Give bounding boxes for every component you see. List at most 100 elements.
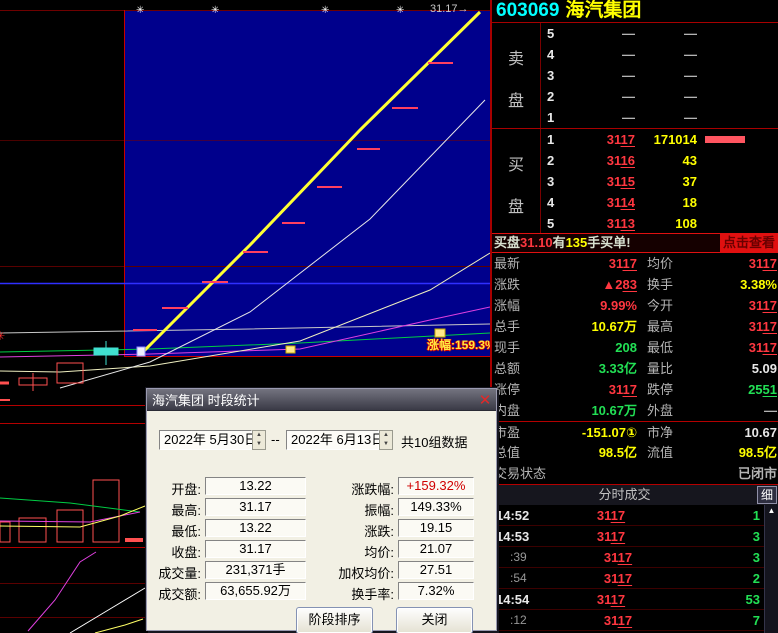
field-label: 换手率: [317,584,394,603]
order-book: 卖 盘 买 盘 5 — — 4 — — 3 — — [492,22,778,233]
dialog-titlebar[interactable]: 海汽集团 时段统计 ✕ [147,389,496,411]
close-button[interactable]: 关闭 [396,607,473,633]
tape-title: 分时成交 [492,485,757,505]
tape-header: 分时成交 细 [492,484,778,505]
stats-row: 总手10.67万 最高3117 [492,316,778,337]
selection-region [124,10,490,356]
trade-status-label: 交易状态 [492,463,614,484]
field-value: 231,371手 [205,561,306,579]
volume-ma-lines [0,498,145,527]
sell-row[interactable]: 1 — — [541,107,778,128]
trade-status-value: 已闭市 [614,463,778,484]
stage-sort-button[interactable]: 阶段排序 [296,607,373,633]
field-label: 最高: [147,500,201,519]
field-value: 7.32% [398,582,474,600]
buy-side-label: 盘 [492,193,540,217]
sell-row[interactable]: 3 — — [541,65,778,86]
date-from-spinner[interactable]: ▲▼ [252,430,266,450]
tape-list: 14:52 3117 1 14:53 3117 3 :39 3117 3 :54… [492,505,766,631]
chart-marker-1 [286,346,295,353]
left-edge-marker-icon: ✳ [0,329,5,343]
sell-rows: 5 — — 4 — — 3 — — 2 — — [541,23,778,128]
event-star-icon: ✳ [396,6,404,16]
field-label: 收盘: [147,542,201,561]
buy-row[interactable]: 4 3114 18 [541,192,778,213]
date-from-input[interactable]: 2022年 5月30日 [159,430,252,450]
tape-row[interactable]: :12 3117 7 [492,610,766,631]
buy-row[interactable]: 1 3117 171014 [541,129,778,150]
sell-row[interactable]: 5 — — [541,23,778,44]
kline-candles [0,363,83,400]
chart-top-price-label: 31.17→ [430,3,469,15]
field-value: +159.32% [398,477,474,495]
tape-row[interactable]: 14:54 3117 53 [492,589,766,610]
stock-header[interactable]: 603069海汽集团 [492,0,778,22]
event-star-icon: ✳ [321,6,329,16]
field-value: 27.51 [398,561,474,579]
buy-side-label: 买 [492,151,540,175]
field-value: 13.22 [205,477,306,495]
tape-row[interactable]: :39 3117 3 [492,547,766,568]
stats-row: 涨停3117 跌停2551 [492,379,778,400]
stats-row: 总额3.33亿 量比5.09 [492,358,778,379]
field-value: 31.17 [205,540,306,558]
field-value: 21.07 [398,540,474,558]
field-value: 63,655.92万 [205,582,306,600]
sell-row[interactable]: 4 — — [541,44,778,65]
field-value: 13.22 [205,519,306,537]
tape-row[interactable]: :54 3117 2 [492,568,766,589]
trade-status-row: 交易状态 已闭市 [492,463,778,484]
sell-side-label: 卖 [492,45,540,69]
buy-row[interactable]: 2 3116 43 [541,150,778,171]
stats-row: 最新3117 均价3117 [492,253,778,274]
event-star-icon: ✳ [211,6,219,16]
stats-row: 市盈-151.07① 市净10.67 [492,421,778,442]
field-label: 成交额: [147,584,201,603]
tape-row[interactable]: 14:53 3117 3 [492,526,766,547]
volume-bars [0,480,143,542]
date-to-spinner[interactable]: ▲▼ [379,430,393,450]
indicator-lines [28,552,145,633]
buy-row[interactable]: 3 3115 37 [541,171,778,192]
tape-detail-button[interactable]: 细 [757,486,777,504]
quote-panel: 603069海汽集团 卖 盘 买 盘 5 — — 4 — — [490,0,778,633]
field-label: 加权均价: [317,563,394,582]
chart-gain-label: 涨幅:159.3% [427,336,496,353]
event-star-icon: ✳ [136,6,144,16]
quote-stats: 最新3117 均价3117 涨跌▲283 换手3.38% 涨幅9.99% 今开3… [492,253,778,484]
stats-row: 现手208 最低3117 [492,337,778,358]
stats-row: 涨跌▲283 换手3.38% [492,274,778,295]
close-icon[interactable]: ✕ [474,391,496,409]
stats-row: 内盘10.67万 外盘— [492,400,778,421]
stats-row: 总值98.5亿 流值98.5亿 [492,442,778,463]
big-order-bar [705,136,745,143]
date-range-separator: -- [271,432,280,447]
crosshair-candle [94,341,118,365]
buy-rows: 1 3117 171014 2 3116 43 3 3115 37 4 [541,129,778,234]
app-window: ✳ ✳ ✳ ✳ 31.17→ 涨幅:159.3% ✳ 603069海汽集团 卖 … [0,0,778,633]
stock-name: 海汽集团 [565,0,641,21]
date-to-input[interactable]: 2022年 6月13日 [286,430,379,450]
field-label: 涨跌: [317,521,394,540]
view-detail-link[interactable]: 点击查看 [720,234,778,252]
scroll-up-icon[interactable]: ▲ [765,505,778,517]
big-order-alert-banner[interactable]: 买盘31.10有135手买单! 点击查看 [492,233,778,253]
field-label: 振幅: [317,500,394,519]
dialog-body: 2022年 5月30日 ▲▼ -- 2022年 6月13日 ▲▼ 共10组数据 … [147,411,496,631]
field-label: 涨跌幅: [317,479,394,498]
field-value: 149.33% [398,498,474,516]
selection-start-marker[interactable] [137,347,145,356]
field-value: 19.15 [398,519,474,537]
sell-row[interactable]: 2 — — [541,86,778,107]
buy-row[interactable]: 5 3113 108 [541,213,778,234]
period-stats-dialog: 海汽集团 时段统计 ✕ 2022年 5月30日 ▲▼ -- 2022年 6月13… [146,388,497,631]
sell-side-label: 盘 [492,87,540,111]
stats-row: 涨幅9.99% 今开3117 [492,295,778,316]
group-count-label: 共10组数据 [401,432,467,451]
dialog-title: 海汽集团 时段统计 [152,390,474,409]
field-value: 31.17 [205,498,306,516]
tape-scrollbar[interactable]: ▲ [764,505,778,633]
field-label: 成交量: [147,563,201,582]
tape-row[interactable]: 14:52 3117 1 [492,505,766,526]
field-label: 最低: [147,521,201,540]
